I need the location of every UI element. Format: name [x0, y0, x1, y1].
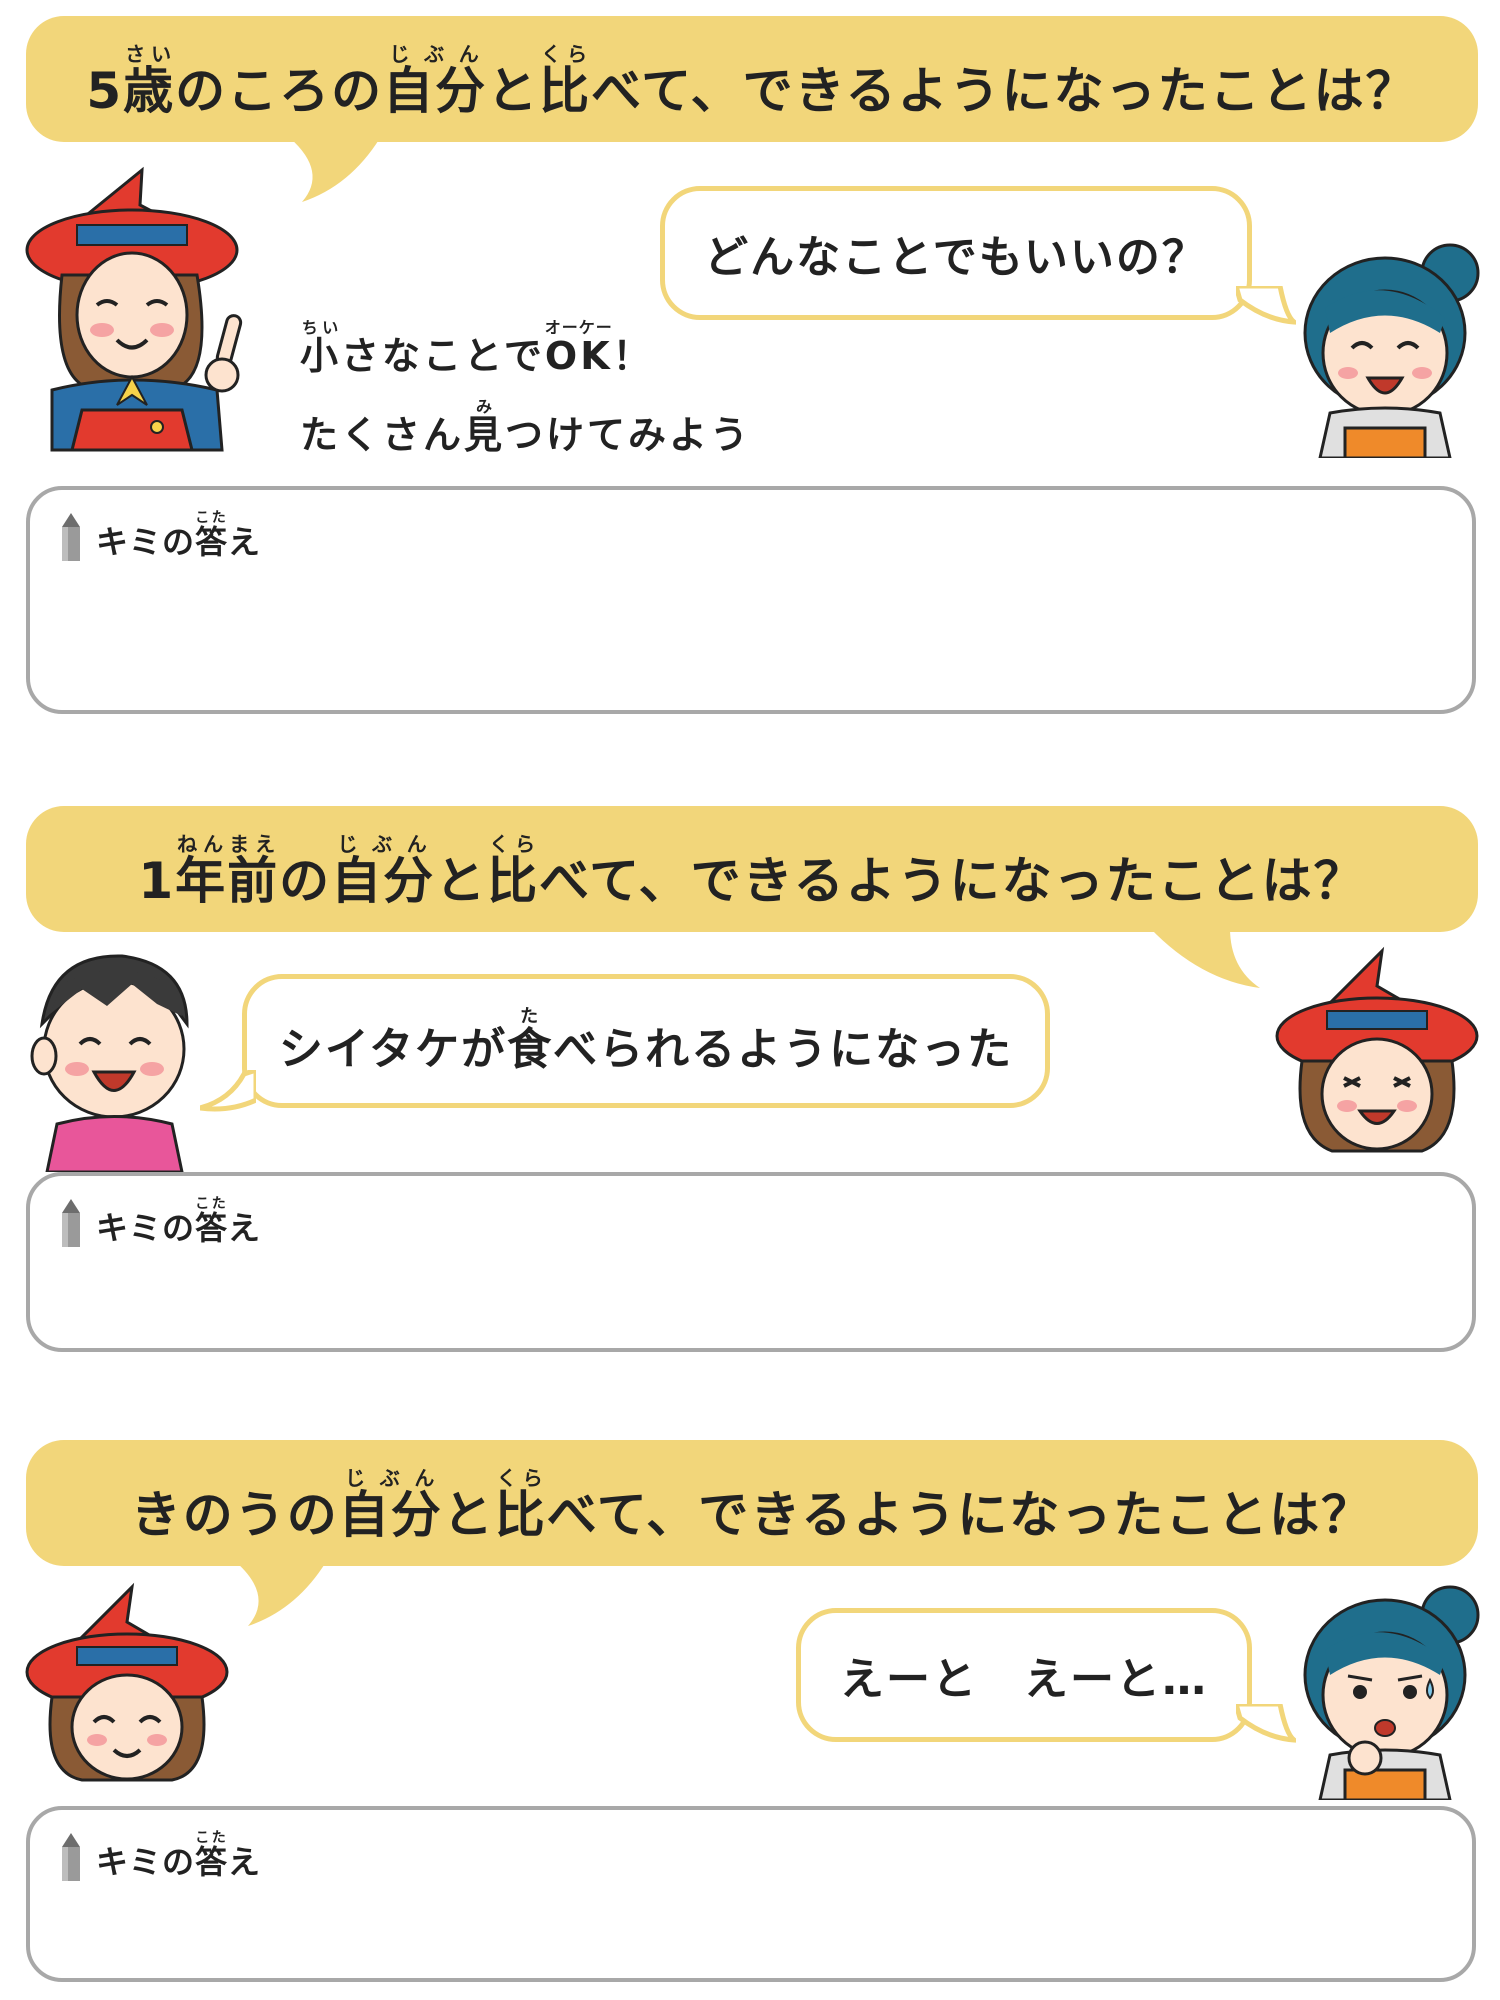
reply-bubble-tail — [1236, 1704, 1296, 1743]
banner-tail — [236, 1562, 326, 1626]
blue-haired-girl-thinking-illustration — [1303, 1585, 1480, 1800]
reply-bubble: えーと えーと… — [796, 1608, 1252, 1742]
answer-box[interactable]: キミの答こたえ — [26, 1806, 1476, 1982]
answer-label: キミの答こたえ — [60, 1830, 261, 1883]
pencil-icon — [62, 1833, 80, 1881]
question-text: きのうの自分じぶんと比くらべて、できるようになったことは？ — [130, 1465, 1374, 1544]
section-yesterday: きのうの自分じぶんと比くらべて、できるようになったことは？ えーと えーと… キ… — [0, 0, 1500, 2000]
witch-teacher-illustration — [25, 1582, 229, 1782]
question-banner: きのうの自分じぶんと比くらべて、できるようになったことは？ — [26, 1440, 1478, 1566]
